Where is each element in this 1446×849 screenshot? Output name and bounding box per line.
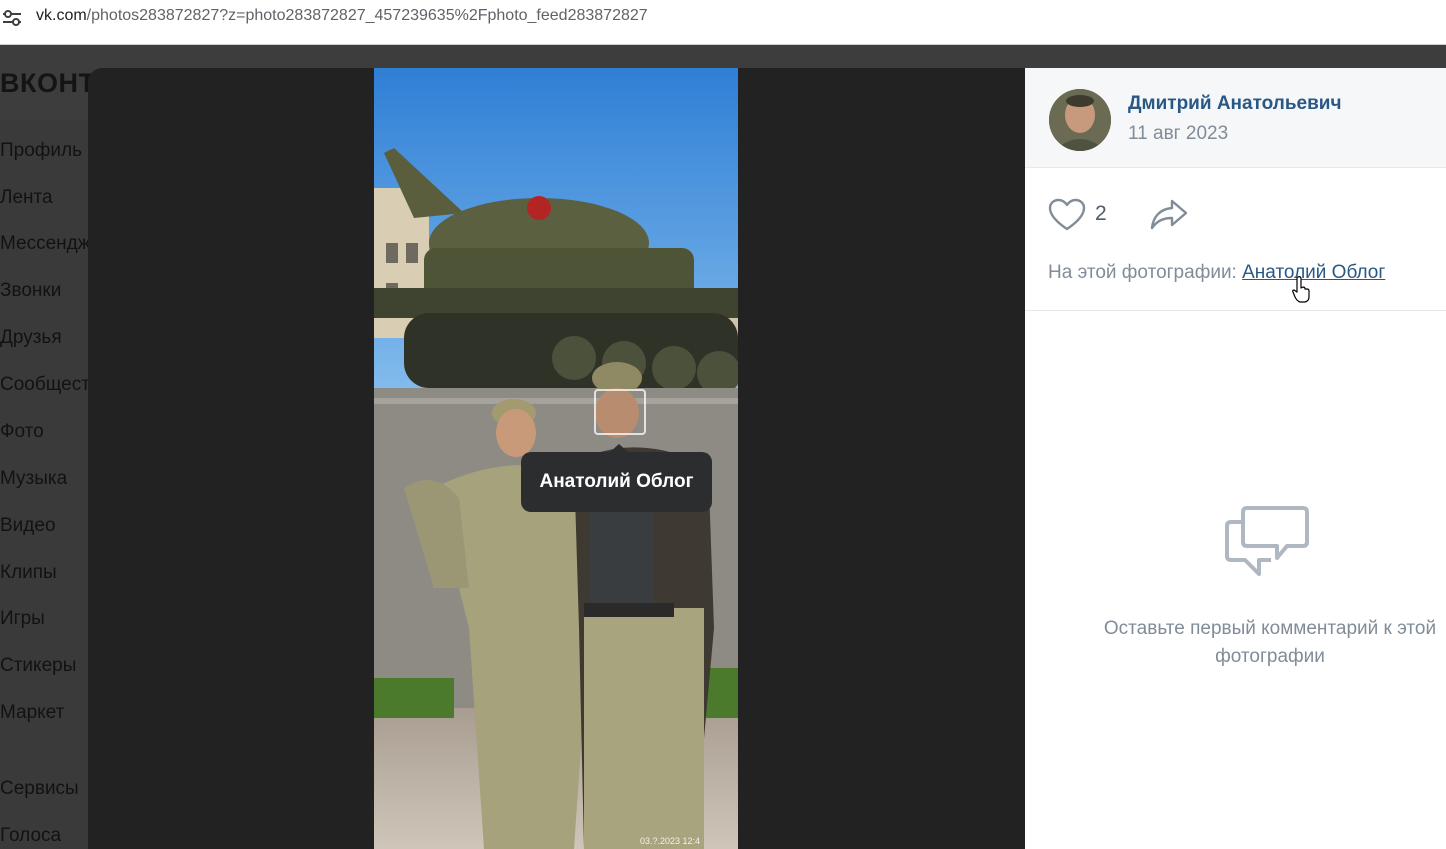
avatar[interactable] (1049, 89, 1111, 151)
tag-tooltip: Анатолий Облог (521, 444, 712, 512)
browser-address-bar[interactable]: vk.com/photos283872827?z=photo283872827_… (0, 0, 1446, 36)
face-tag-box[interactable] (594, 389, 646, 435)
photo-date[interactable]: 11 авг 2023 (1128, 123, 1228, 145)
photo-timestamp: 03.?.2023 12:4 (640, 836, 701, 846)
vk-menu-item[interactable]: Голоса (0, 825, 61, 847)
share-icon[interactable] (1149, 198, 1189, 230)
vk-menu-item[interactable]: Видео (0, 515, 56, 537)
vk-menu-item[interactable]: Игры (0, 608, 45, 630)
vk-menu-item[interactable]: Сообщест (0, 374, 90, 396)
avatar-image (1049, 89, 1111, 151)
vk-menu-item[interactable]: Клипы (0, 562, 57, 584)
vk-menu-item[interactable]: Звонки (0, 280, 61, 302)
hand-cursor-icon (1292, 276, 1310, 303)
vk-menu-item[interactable]: Лента (0, 187, 53, 209)
url-host: vk.com (36, 7, 87, 24)
site-settings-icon[interactable] (2, 9, 22, 27)
vk-menu-item[interactable]: Маркет (0, 702, 64, 724)
comments-icon (1225, 506, 1309, 576)
url-text[interactable]: vk.com/photos283872827?z=photo283872827_… (36, 7, 648, 25)
photo-actions: 2 На этой фотографии: Анатолий Облог (1025, 168, 1446, 311)
photo-info-panel: Дмитрий Анатольевич 11 авг 2023 2 На это… (1025, 68, 1446, 849)
url-path: /photos283872827?z=photo283872827_457239… (86, 7, 648, 24)
tagged-person-link[interactable]: Анатолий Облог (1242, 262, 1385, 283)
like-count[interactable]: 2 (1095, 202, 1107, 226)
tag-tooltip-name: Анатолий Облог (539, 471, 694, 492)
heart-icon[interactable] (1048, 198, 1086, 232)
vk-menu-item[interactable]: Фото (0, 421, 44, 443)
vk-menu-item[interactable]: Мессендж (0, 233, 90, 255)
vk-menu-item[interactable]: Профиль (0, 140, 82, 162)
vk-logo: ВКОНТ (0, 68, 96, 98)
vk-menu-item[interactable]: Сервисы (0, 778, 79, 800)
vk-menu-item[interactable]: Друзья (0, 327, 62, 349)
author-name[interactable]: Дмитрий Анатольевич (1128, 93, 1341, 115)
empty-comments-text: Оставьте первый комментарий к этой фотог… (1103, 618, 1437, 667)
panel-header: Дмитрий Анатольевич 11 авг 2023 (1025, 68, 1446, 168)
on-photo-label: На этой фотографии: (1048, 262, 1237, 283)
vk-menu-item[interactable]: Стикеры (0, 655, 76, 677)
vk-menu-item[interactable]: Музыка (0, 468, 67, 490)
on-photo-line: На этой фотографии: Анатолий Облог (1048, 262, 1385, 284)
